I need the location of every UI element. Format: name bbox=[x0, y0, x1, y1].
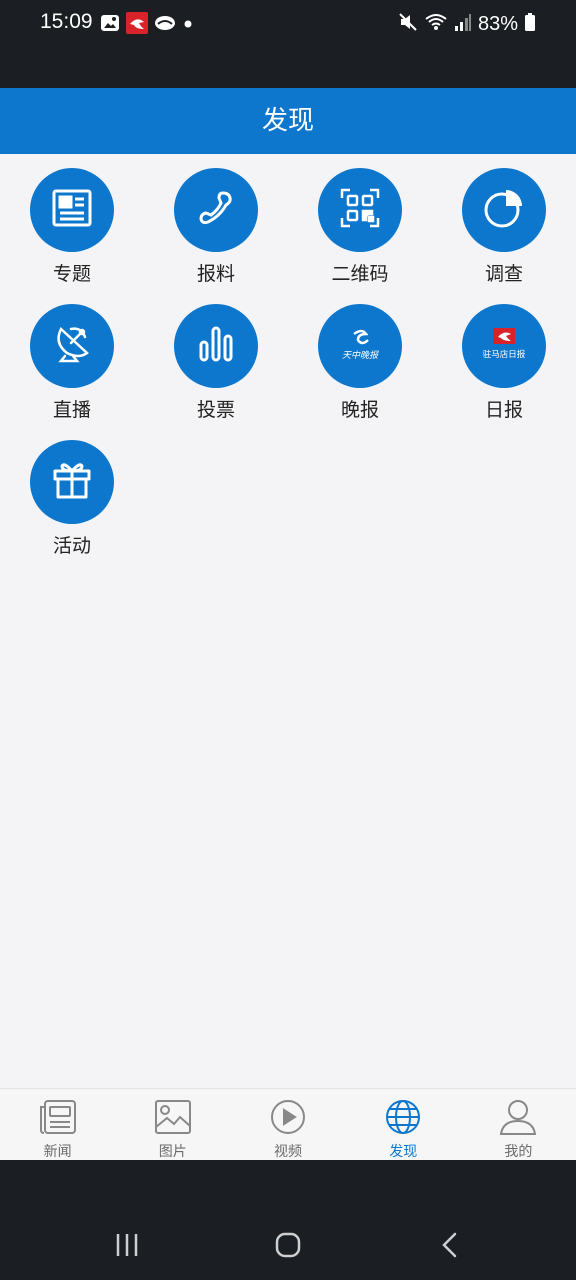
tile-label: 报料 bbox=[196, 263, 235, 285]
qr-code-icon bbox=[340, 188, 380, 232]
gift-icon bbox=[52, 460, 92, 504]
user-icon bbox=[499, 1100, 537, 1139]
globe-icon bbox=[384, 1100, 422, 1139]
nav-label: 视频 bbox=[274, 1144, 302, 1160]
cloud-icon bbox=[154, 13, 176, 37]
tile-label: 二维码 bbox=[331, 263, 389, 285]
nav-label: 我的 bbox=[504, 1144, 533, 1160]
tile-label: 专题 bbox=[52, 263, 91, 285]
satellite-dish-icon bbox=[51, 323, 93, 369]
tile-survey[interactable]: 调查 bbox=[432, 168, 576, 304]
pie-chart-icon bbox=[483, 187, 525, 233]
phone-icon bbox=[196, 188, 236, 232]
recent-apps-button[interactable] bbox=[114, 1232, 140, 1262]
signal-icon bbox=[454, 12, 472, 36]
nav-label: 新闻 bbox=[43, 1144, 72, 1160]
news-icon bbox=[39, 1100, 77, 1139]
dot-icon bbox=[182, 13, 194, 37]
app-red-icon bbox=[126, 12, 148, 38]
tile-label: 直播 bbox=[52, 399, 91, 421]
tile-evening-news[interactable]: 天中晚报 晚报 bbox=[288, 304, 432, 440]
home-button[interactable] bbox=[275, 1232, 301, 1262]
tile-live[interactable]: 直播 bbox=[0, 304, 144, 440]
nav-label: 发现 bbox=[389, 1144, 418, 1160]
status-bar: 15:09 83% bbox=[0, 0, 576, 88]
nav-item-video[interactable]: 视频 bbox=[230, 1089, 345, 1160]
back-button[interactable] bbox=[440, 1232, 460, 1262]
play-icon bbox=[269, 1100, 307, 1139]
system-nav-bar bbox=[0, 1160, 576, 1280]
system-status-icons: 83% bbox=[398, 12, 536, 36]
bar-chart-icon bbox=[198, 324, 234, 368]
mute-icon bbox=[398, 12, 418, 36]
gallery-icon bbox=[100, 13, 120, 37]
battery-percentage: 83% bbox=[477, 12, 518, 35]
bottom-nav: 新闻 图片 视频 发现 我的 bbox=[0, 1088, 576, 1160]
battery-icon bbox=[524, 12, 536, 36]
tile-daily-news[interactable]: 驻马店日报 日报 bbox=[432, 304, 576, 440]
tile-qr-code[interactable]: 二维码 bbox=[288, 168, 432, 304]
notification-icons bbox=[100, 12, 194, 38]
page-header: 发现 bbox=[0, 88, 576, 154]
tile-topics[interactable]: 专题 bbox=[0, 168, 144, 304]
daily-news-logo-icon: 驻马店日报 bbox=[469, 326, 539, 366]
tile-vote[interactable]: 投票 bbox=[144, 304, 288, 440]
tile-label: 活动 bbox=[52, 535, 91, 557]
newspaper-icon bbox=[51, 188, 93, 232]
svg-text:驻马店日报: 驻马店日报 bbox=[483, 349, 526, 360]
nav-item-discover[interactable]: 发现 bbox=[346, 1089, 461, 1160]
svg-text:天中晚报: 天中晚报 bbox=[342, 350, 379, 361]
tile-label: 晚报 bbox=[340, 399, 379, 421]
tile-label: 投票 bbox=[196, 399, 235, 421]
page-title: 发现 bbox=[261, 106, 314, 136]
status-time: 15:09 bbox=[40, 10, 93, 33]
wifi-icon bbox=[424, 12, 448, 36]
image-icon bbox=[154, 1100, 192, 1139]
tile-activities[interactable]: 活动 bbox=[0, 440, 144, 576]
nav-item-news[interactable]: 新闻 bbox=[0, 1089, 115, 1160]
nav-item-images[interactable]: 图片 bbox=[115, 1089, 230, 1160]
nav-item-profile[interactable]: 我的 bbox=[461, 1089, 576, 1160]
tile-label: 日报 bbox=[484, 399, 523, 421]
tile-label: 调查 bbox=[484, 263, 523, 285]
nav-label: 图片 bbox=[158, 1144, 187, 1160]
tile-report[interactable]: 报料 bbox=[144, 168, 288, 304]
evening-news-logo-icon: 天中晚报 bbox=[328, 326, 392, 366]
